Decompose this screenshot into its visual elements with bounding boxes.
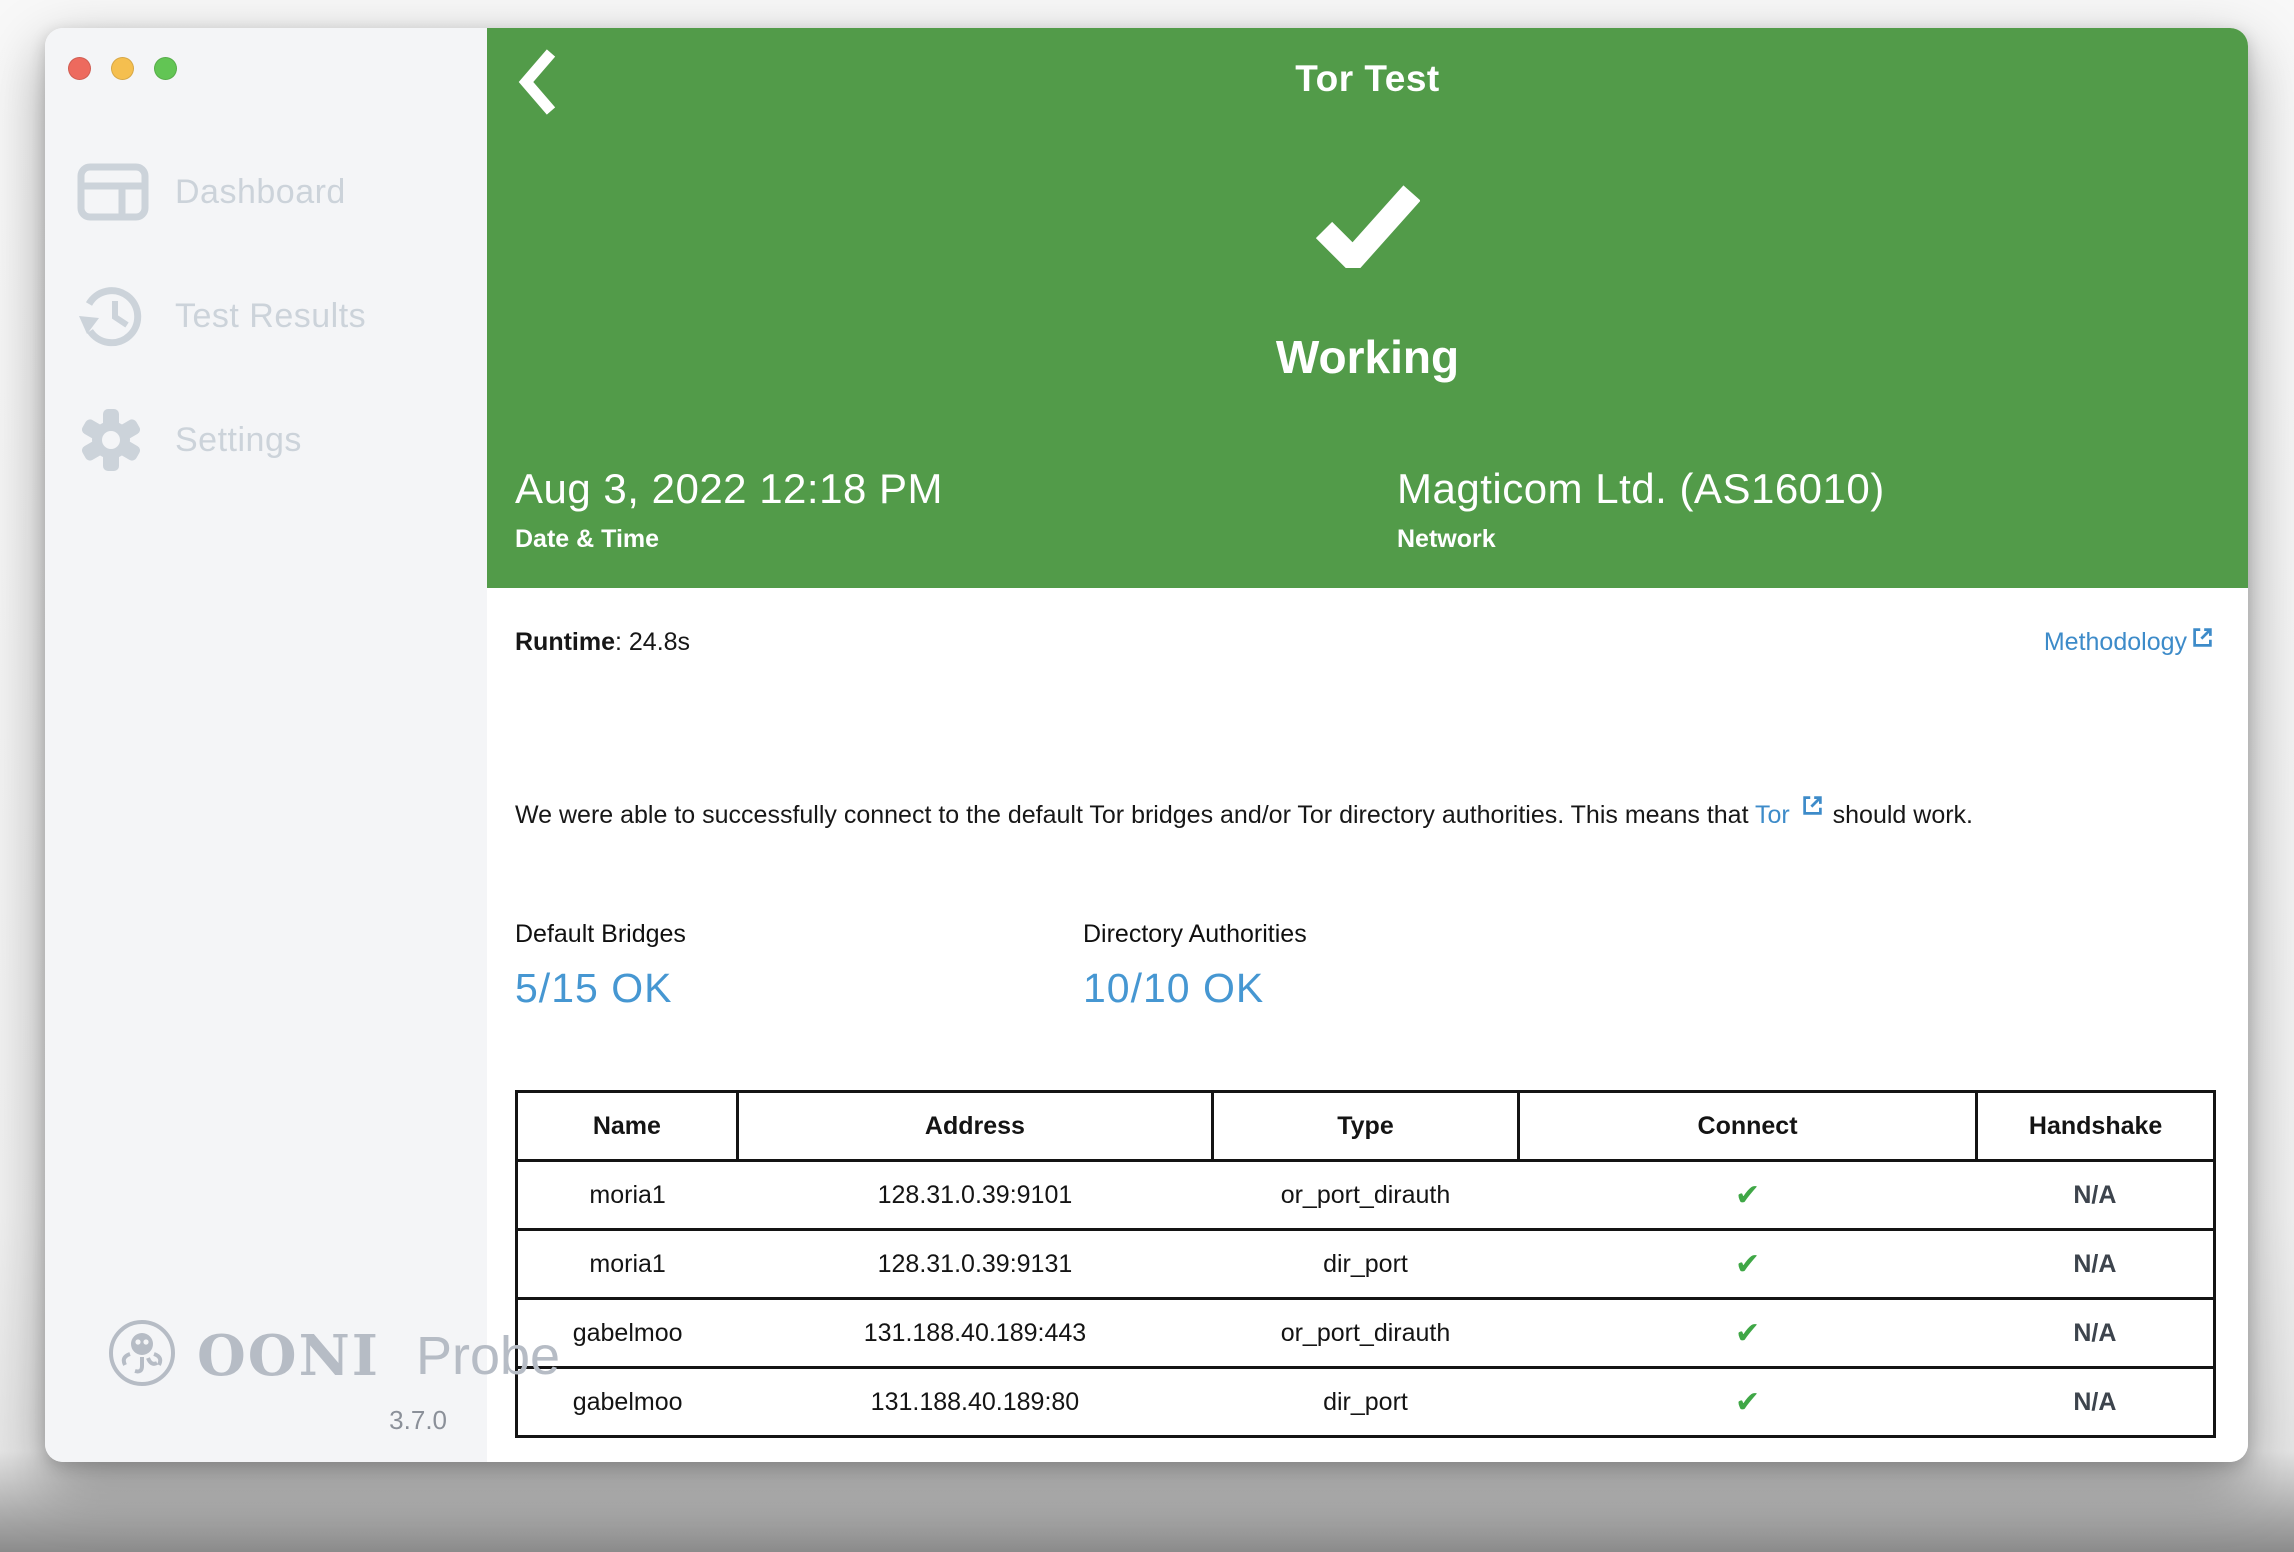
sidebar-item-settings[interactable]: Settings xyxy=(45,378,487,502)
chevron-left-icon xyxy=(517,48,559,118)
runtime-text: Runtime: 24.8s xyxy=(515,628,690,657)
runtime-value: : 24.8s xyxy=(615,628,691,656)
info-network: Magticom Ltd. (AS16010) Network xyxy=(1397,465,1885,554)
cell-connect: ✔ xyxy=(1518,1228,1977,1300)
cell-connect: ✔ xyxy=(1518,1159,1977,1231)
table-row: gabelmoo 131.188.40.189:443 or_port_dira… xyxy=(516,1297,2215,1369)
tor-targets-table: Name Address Type Connect Handshake mori… xyxy=(515,1090,2216,1438)
table-header-row: Name Address Type Connect Handshake xyxy=(515,1090,2216,1162)
methodology-link[interactable]: Methodology xyxy=(2044,628,2216,662)
stat-label: Directory Authorities xyxy=(1083,920,1307,948)
result-info-row: Aug 3, 2022 12:18 PM Date & Time Magtico… xyxy=(515,465,2220,554)
cell-type: dir_port xyxy=(1212,1366,1519,1438)
cell-type: or_port_dirauth xyxy=(1212,1297,1519,1369)
app-window: Dashboard Test Results Settings OONI Pro… xyxy=(45,28,2248,1462)
sidebar: Dashboard Test Results Settings OONI Pro… xyxy=(45,28,560,1462)
column-header-name: Name xyxy=(515,1090,739,1162)
cell-handshake: N/A xyxy=(1976,1159,2215,1231)
ooni-octopus-icon xyxy=(107,1318,177,1393)
result-header: Tor Test Working Aug 3, 2022 12:18 PM Da… xyxy=(487,28,2248,588)
cell-address: 128.31.0.39:9131 xyxy=(737,1228,1213,1300)
connect-ok-icon: ✔ xyxy=(1734,1247,1761,1281)
column-header-address: Address xyxy=(735,1090,1215,1162)
logo-brand-text: OONI xyxy=(197,1322,380,1389)
cell-type: or_port_dirauth xyxy=(1212,1159,1519,1231)
stat-directory-authorities: Directory Authorities 10/10 OK xyxy=(1083,920,1307,1012)
sidebar-nav: Dashboard Test Results Settings xyxy=(45,130,487,502)
description-before: We were able to successfully connect to … xyxy=(515,801,1756,829)
sidebar-item-label: Dashboard xyxy=(175,172,346,211)
network-value: Magticom Ltd. (AS16010) xyxy=(1397,465,1885,512)
sidebar-item-test-results[interactable]: Test Results xyxy=(45,254,487,378)
cell-handshake: N/A xyxy=(1976,1297,2215,1369)
cell-address: 131.188.40.189:80 xyxy=(737,1366,1213,1438)
back-button[interactable] xyxy=(517,48,565,118)
sidebar-item-dashboard[interactable]: Dashboard xyxy=(45,130,487,254)
cell-address: 131.188.40.189:443 xyxy=(737,1297,1213,1369)
stat-label: Default Bridges xyxy=(515,920,686,948)
connect-ok-icon: ✔ xyxy=(1734,1178,1761,1212)
status-text: Working xyxy=(1275,331,1460,383)
gear-icon xyxy=(77,406,151,474)
result-content: Runtime: 24.8s Methodology We were able … xyxy=(487,588,2248,1462)
external-link-icon[interactable] xyxy=(1792,796,1826,825)
stats-row: Default Bridges 5/15 OK Directory Author… xyxy=(515,920,2216,1012)
stat-value: 10/10 OK xyxy=(1083,965,1265,1011)
cell-type: dir_port xyxy=(1212,1228,1519,1300)
cell-name: moria1 xyxy=(516,1228,738,1300)
page-title: Tor Test xyxy=(1295,58,1440,99)
runtime-label: Runtime xyxy=(515,628,615,656)
stat-value: 5/15 OK xyxy=(515,965,673,1011)
history-icon xyxy=(77,283,151,349)
table-row: moria1 128.31.0.39:9131 dir_port ✔ N/A xyxy=(516,1228,2215,1300)
cell-connect: ✔ xyxy=(1518,1297,1977,1369)
description-after: should work. xyxy=(1825,801,1973,829)
sidebar-item-label: Test Results xyxy=(175,296,367,335)
date-time-label: Date & Time xyxy=(515,525,660,553)
cell-address: 128.31.0.39:9101 xyxy=(737,1159,1213,1231)
cell-connect: ✔ xyxy=(1518,1366,1977,1438)
dashboard-icon xyxy=(77,163,151,221)
ooni-probe-logo: OONI Probe 3.7.0 xyxy=(107,1318,560,1436)
methodology-label: Methodology xyxy=(2043,628,2187,656)
main-panel: Tor Test Working Aug 3, 2022 12:18 PM Da… xyxy=(487,28,2248,1462)
date-time-value: Aug 3, 2022 12:18 PM xyxy=(515,465,943,512)
runtime-row: Runtime: 24.8s Methodology xyxy=(515,628,2216,662)
external-link-icon xyxy=(2189,624,2216,658)
column-header-handshake: Handshake xyxy=(1975,1090,2216,1162)
result-description: We were able to successfully connect to … xyxy=(515,795,2216,836)
table-row: gabelmoo 131.188.40.189:80 dir_port ✔ N/… xyxy=(516,1366,2215,1438)
info-date-time: Aug 3, 2022 12:18 PM Date & Time xyxy=(515,465,1397,554)
connect-ok-icon: ✔ xyxy=(1734,1385,1761,1419)
sidebar-item-label: Settings xyxy=(175,420,302,459)
minimize-window-button[interactable] xyxy=(111,57,134,80)
cell-handshake: N/A xyxy=(1976,1228,2215,1300)
success-check-icon xyxy=(487,184,2248,268)
column-header-type: Type xyxy=(1211,1090,1520,1162)
cell-handshake: N/A xyxy=(1976,1366,2215,1438)
close-window-button[interactable] xyxy=(68,57,91,80)
network-label: Network xyxy=(1397,525,1496,553)
stat-default-bridges: Default Bridges 5/15 OK xyxy=(515,920,1083,1012)
zoom-window-button[interactable] xyxy=(154,57,177,80)
table-row: moria1 128.31.0.39:9101 or_port_dirauth … xyxy=(516,1159,2215,1231)
tor-link[interactable]: Tor xyxy=(1755,801,1790,829)
app-version: 3.7.0 xyxy=(389,1405,447,1435)
traffic-lights xyxy=(68,57,177,80)
connect-ok-icon: ✔ xyxy=(1734,1316,1761,1350)
cell-name: moria1 xyxy=(516,1159,738,1231)
logo-product-text: Probe xyxy=(415,1325,561,1386)
column-header-connect: Connect xyxy=(1516,1090,1979,1162)
